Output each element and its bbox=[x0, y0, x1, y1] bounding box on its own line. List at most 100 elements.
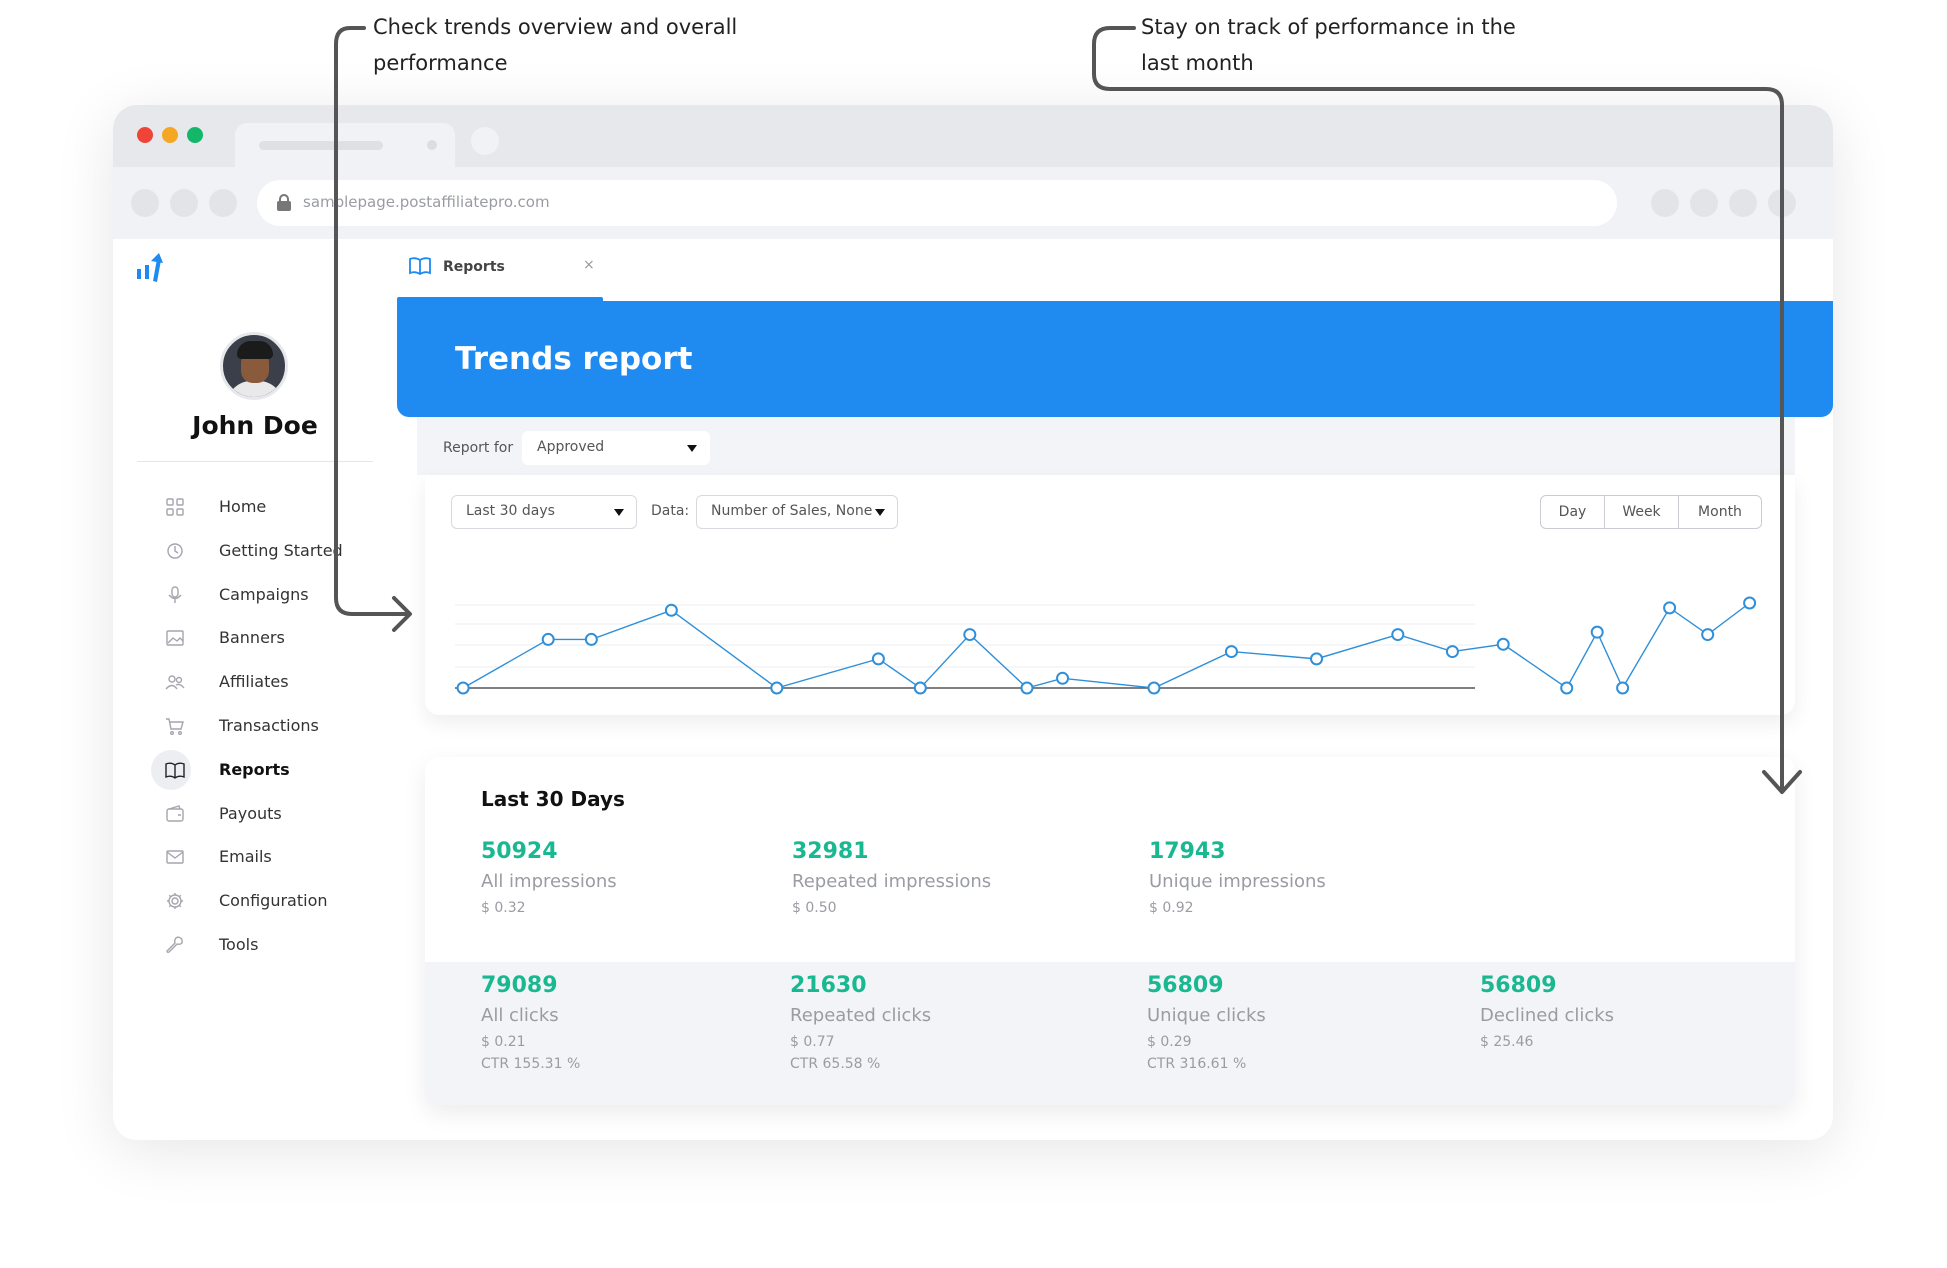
trend-data-point[interactable] bbox=[1056, 671, 1070, 685]
period-day-button[interactable]: Day bbox=[1541, 496, 1605, 528]
trend-data-point[interactable] bbox=[1743, 596, 1757, 610]
trend-data-point[interactable] bbox=[1496, 637, 1510, 651]
trend-data-point[interactable] bbox=[1663, 601, 1677, 615]
report-banner: Trends report bbox=[397, 301, 1833, 417]
sidebar-item-payouts[interactable]: Payouts bbox=[113, 794, 397, 834]
extension-icon[interactable] bbox=[1729, 189, 1757, 217]
sidebar-item-getting-started[interactable]: Getting Started bbox=[113, 531, 397, 571]
sidebar-item-tools[interactable]: Tools bbox=[113, 925, 397, 965]
browser-tab[interactable] bbox=[235, 123, 455, 167]
sidebar-item-label: Affiliates bbox=[219, 672, 289, 692]
period-week-button[interactable]: Week bbox=[1605, 496, 1679, 528]
stat-label: Declined clicks bbox=[1480, 1005, 1615, 1026]
clicks-stat: 56809 Declined clicks $ 25.46 bbox=[1480, 971, 1614, 1053]
tab-close-icon[interactable] bbox=[427, 140, 437, 150]
close-window-icon[interactable] bbox=[137, 127, 153, 143]
back-icon[interactable] bbox=[131, 189, 159, 217]
sidebar-item-label: Banners bbox=[219, 628, 285, 648]
trend-data-point[interactable] bbox=[1590, 625, 1604, 639]
stat-cost: $ 0.21 bbox=[481, 1034, 526, 1050]
impression-stat: 50924 All impressions $ 0.32 bbox=[481, 837, 617, 919]
trend-data-point[interactable] bbox=[584, 632, 598, 646]
stat-cost: $ 0.50 bbox=[792, 900, 837, 916]
users-icon bbox=[165, 675, 185, 690]
stat-label: Unique impressions bbox=[1149, 871, 1326, 892]
trend-data-point[interactable] bbox=[1616, 681, 1630, 695]
stat-ctr: CTR 65.58 % bbox=[790, 1056, 881, 1072]
sidebar-item-banners[interactable]: Banners bbox=[113, 618, 397, 658]
logo-icon[interactable] bbox=[133, 251, 169, 287]
sidebar-item-label: Transactions bbox=[219, 716, 319, 735]
mail-icon bbox=[166, 850, 184, 865]
user-name: John Doe bbox=[192, 411, 318, 440]
trend-data-point[interactable] bbox=[871, 652, 885, 666]
stat-label: Repeated impressions bbox=[792, 871, 992, 892]
metric-value: Number of Sales, None bbox=[711, 503, 873, 519]
minimize-window-icon[interactable] bbox=[162, 127, 178, 143]
impression-stat: 32981 Repeated impressions $ 0.50 bbox=[792, 837, 991, 919]
sidebar-item-emails[interactable]: Emails bbox=[113, 837, 397, 877]
trend-data-point[interactable] bbox=[541, 632, 555, 646]
url-text: samplepage.postaffiliatepro.com bbox=[303, 193, 550, 211]
trend-data-point[interactable] bbox=[770, 681, 784, 695]
main-content: Trends report Report for Approved Last 3… bbox=[397, 301, 1833, 1140]
tab-reports[interactable]: Reports × bbox=[397, 249, 603, 301]
close-icon[interactable]: × bbox=[583, 257, 595, 273]
sidebar-item-label: Reports bbox=[219, 759, 290, 779]
trend-data-point[interactable] bbox=[1445, 645, 1459, 659]
stat-value: 17943 bbox=[1149, 839, 1226, 864]
sidebar-item-configuration[interactable]: Configuration bbox=[113, 881, 397, 921]
stat-cost: $ 0.29 bbox=[1147, 1034, 1192, 1050]
trend-data-point[interactable] bbox=[1391, 628, 1405, 642]
stat-value: 56809 bbox=[1480, 973, 1557, 998]
lock-icon bbox=[277, 194, 291, 211]
stats-card: Last 30 Days 50924 All impressions $ 0.32 3… bbox=[425, 757, 1795, 1105]
extension-icon[interactable] bbox=[1651, 189, 1679, 217]
trend-data-point[interactable] bbox=[664, 603, 678, 617]
trend-line-chart bbox=[455, 596, 1757, 695]
microphone-icon bbox=[168, 585, 182, 603]
trend-data-point[interactable] bbox=[1310, 652, 1324, 666]
trend-data-point[interactable] bbox=[913, 681, 927, 695]
trend-data-point[interactable] bbox=[963, 628, 977, 642]
stat-value: 32981 bbox=[792, 839, 869, 864]
trend-data-point[interactable] bbox=[1560, 681, 1574, 695]
sidebar-item-label: Payouts bbox=[219, 803, 282, 823]
report-for-select[interactable]: Approved bbox=[522, 431, 710, 465]
gear-icon bbox=[167, 893, 183, 910]
trend-data-point[interactable] bbox=[456, 681, 470, 695]
metric-select[interactable]: Number of Sales, None bbox=[696, 495, 898, 529]
avatar[interactable] bbox=[220, 332, 288, 400]
stat-ctr: CTR 155.31 % bbox=[481, 1056, 581, 1072]
report-filter-bar: Report for Approved bbox=[417, 417, 1795, 475]
trend-data-point[interactable] bbox=[1020, 681, 1034, 695]
stat-label: Repeated clicks bbox=[790, 1005, 932, 1026]
trend-data-point[interactable] bbox=[1147, 681, 1161, 695]
maximize-window-icon[interactable] bbox=[187, 127, 203, 143]
clicks-stat: 56809 Unique clicks $ 0.29 CTR 316.61 % bbox=[1147, 971, 1266, 1075]
sidebar-divider bbox=[137, 461, 373, 462]
clock-icon bbox=[167, 543, 183, 559]
reload-icon[interactable] bbox=[209, 189, 237, 217]
menu-icon[interactable] bbox=[1768, 189, 1796, 217]
sidebar-item-campaigns[interactable]: Campaigns bbox=[113, 575, 397, 615]
new-tab-icon[interactable] bbox=[471, 127, 499, 155]
book-icon bbox=[165, 762, 185, 779]
image-icon bbox=[166, 630, 184, 647]
trend-data-point[interactable] bbox=[1224, 645, 1238, 659]
sidebar-item-affiliates[interactable]: Affiliates bbox=[113, 662, 397, 702]
period-month-button[interactable]: Month bbox=[1679, 496, 1761, 528]
cart-icon bbox=[166, 718, 184, 735]
sidebar-item-reports[interactable]: Reports bbox=[113, 749, 397, 790]
date-range-value: Last 30 days bbox=[466, 503, 555, 519]
sidebar-item-home[interactable]: Home bbox=[113, 487, 397, 527]
sidebar-item-transactions[interactable]: Transactions bbox=[113, 706, 397, 746]
extension-icon[interactable] bbox=[1690, 189, 1718, 217]
impression-stat: 17943 Unique impressions $ 0.92 bbox=[1149, 837, 1326, 919]
sidebar-item-label: Home bbox=[219, 497, 267, 516]
sidebar-item-label: Getting Started bbox=[219, 540, 343, 560]
forward-icon[interactable] bbox=[170, 189, 198, 217]
date-range-select[interactable]: Last 30 days bbox=[451, 495, 637, 529]
address-bar[interactable]: samplepage.postaffiliatepro.com bbox=[257, 180, 1617, 226]
trend-data-point[interactable] bbox=[1701, 628, 1715, 642]
